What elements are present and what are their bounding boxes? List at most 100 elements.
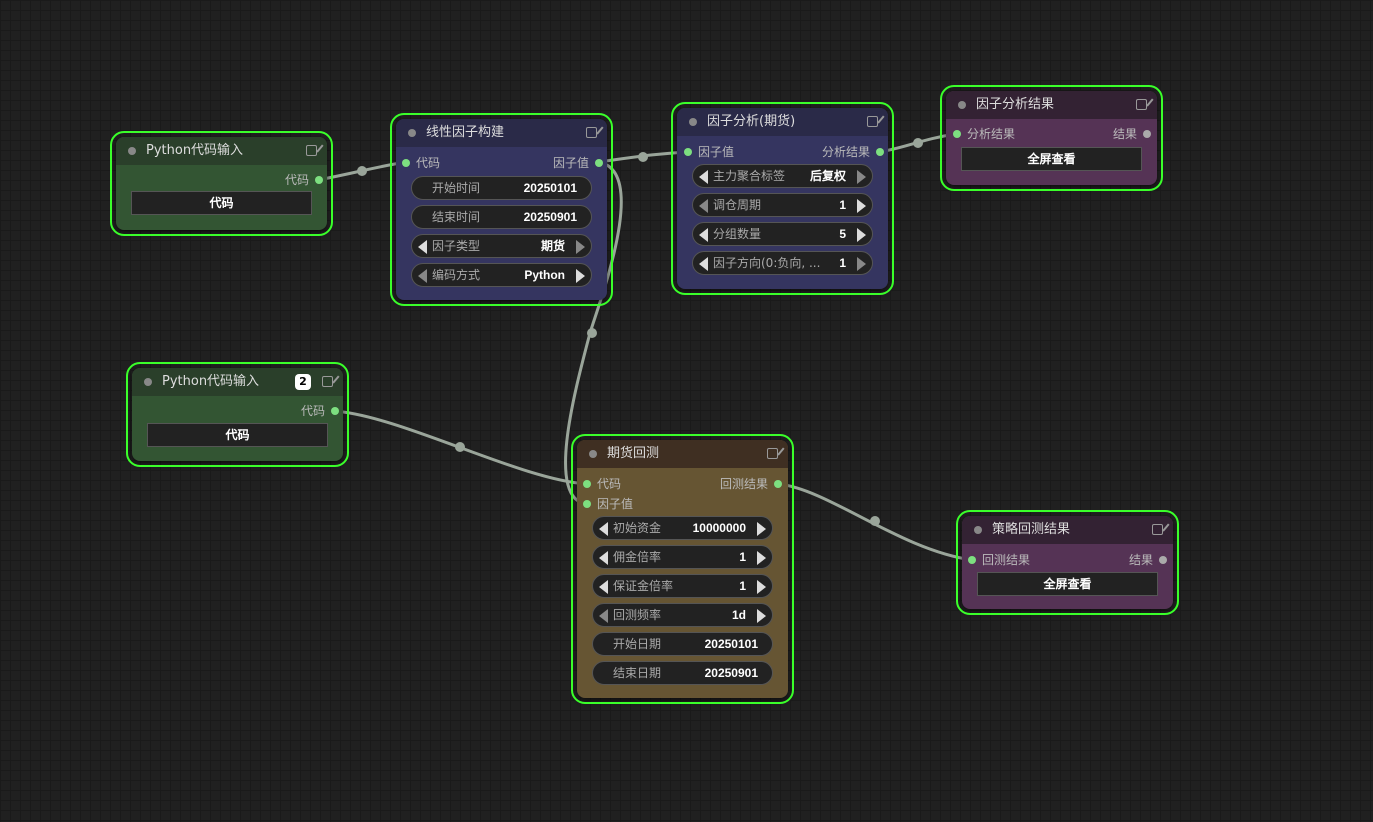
output-slot-factor[interactable]: 因子值: [553, 155, 603, 171]
node-strategy-result[interactable]: 策略回测结果 回测结果 结果 全屏查看: [956, 510, 1179, 615]
output-slot-backtest[interactable]: 回测结果: [720, 476, 782, 492]
widget-start-time[interactable]: 开始时间 20250101: [411, 176, 592, 200]
arrow-right-icon[interactable]: [857, 170, 866, 184]
node-title-bar[interactable]: 线性因子构建: [396, 119, 607, 147]
arrow-left-icon[interactable]: [599, 580, 608, 594]
input-pin[interactable]: [583, 500, 591, 508]
arrow-left-icon[interactable]: [418, 269, 427, 283]
arrow-right-icon[interactable]: [857, 257, 866, 271]
node-analysis-result[interactable]: 因子分析结果 分析结果 结果 全屏查看: [940, 85, 1163, 191]
output-pin[interactable]: [876, 148, 884, 156]
arrow-right-icon[interactable]: [757, 551, 766, 565]
output-pin[interactable]: [315, 176, 323, 184]
status-dot-icon: [128, 147, 136, 155]
arrow-right-icon[interactable]: [757, 522, 766, 536]
edit-icon[interactable]: [767, 448, 778, 459]
node-title-bar[interactable]: Python代码输入: [116, 137, 327, 165]
node-linear-factor[interactable]: 线性因子构建 代码 因子值 开始时间 20250101 结束时间 2025090…: [390, 113, 613, 306]
node-title-bar[interactable]: 因子分析(期货): [677, 108, 888, 136]
input-slot-factor[interactable]: 因子值: [684, 144, 734, 160]
status-dot-icon: [689, 118, 697, 126]
widget-end-date[interactable]: 结束日期 20250901: [592, 661, 773, 685]
arrow-right-icon[interactable]: [757, 580, 766, 594]
edit-icon[interactable]: [586, 127, 597, 138]
output-slot-code[interactable]: 代码: [285, 172, 323, 188]
arrow-left-icon[interactable]: [599, 551, 608, 565]
input-pin[interactable]: [684, 148, 692, 156]
widget-direction[interactable]: 因子方向(0:负向, ... 1: [692, 251, 873, 275]
arrow-left-icon[interactable]: [699, 257, 708, 271]
arrow-left-icon[interactable]: [699, 199, 708, 213]
widget-label: 结束时间: [432, 210, 481, 224]
node-title-bar[interactable]: 策略回测结果: [962, 516, 1173, 544]
input-pin[interactable]: [402, 159, 410, 167]
arrow-right-icon[interactable]: [576, 269, 585, 283]
input-slot-code[interactable]: 代码: [402, 155, 440, 171]
link-linear-analysis: [597, 150, 689, 164]
input-slot-factor[interactable]: 因子值: [583, 496, 633, 512]
widget-label: 初始资金: [613, 521, 662, 535]
input-pin[interactable]: [583, 480, 591, 488]
input-pin[interactable]: [968, 556, 976, 564]
node-title-bar[interactable]: 因子分析结果: [946, 91, 1157, 119]
widget-frequency[interactable]: 回测频率 1d: [592, 603, 773, 627]
node-python-input-1[interactable]: Python代码输入 代码 代码: [110, 131, 333, 236]
edit-icon[interactable]: [306, 145, 317, 156]
output-pin[interactable]: [1143, 130, 1151, 138]
edit-icon[interactable]: [1152, 524, 1163, 535]
node-title-bar[interactable]: Python代码输入 2: [132, 368, 343, 396]
arrow-left-icon[interactable]: [699, 170, 708, 184]
arrow-right-icon[interactable]: [757, 609, 766, 623]
widget-factor-type[interactable]: 因子类型 期货: [411, 234, 592, 258]
input-pin[interactable]: [953, 130, 961, 138]
link-midpoint: [870, 516, 880, 526]
input-slot-backtest[interactable]: 回测结果: [968, 552, 1030, 568]
output-slot-analysis[interactable]: 分析结果: [822, 144, 884, 160]
node-python-input-2[interactable]: Python代码输入 2 代码 代码: [126, 362, 349, 467]
node-title: 因子分析(期货): [707, 114, 796, 129]
output-pin[interactable]: [331, 407, 339, 415]
node-title-bar[interactable]: 期货回测: [577, 440, 788, 468]
edit-icon[interactable]: [322, 376, 333, 387]
node-futures-backtest[interactable]: 期货回测 代码 回测结果 因子值 初始资金 10000000 佣金倍率 1 保证…: [571, 434, 794, 704]
widget-initial-capital[interactable]: 初始资金 10000000: [592, 516, 773, 540]
output-pin[interactable]: [595, 159, 603, 167]
arrow-left-icon[interactable]: [599, 609, 608, 623]
slot-label: 因子值: [698, 145, 735, 159]
widget-groups[interactable]: 分组数量 5: [692, 222, 873, 246]
code-button[interactable]: 代码: [147, 423, 328, 447]
input-slot-analysis[interactable]: 分析结果: [953, 126, 1015, 142]
link-midpoint: [587, 328, 597, 338]
node-factor-analysis[interactable]: 因子分析(期货) 因子值 分析结果 主力聚合标签 后复权 调仓周期 1 分组数量…: [671, 102, 894, 295]
widget-encoding[interactable]: 编码方式 Python: [411, 263, 592, 287]
edit-icon[interactable]: [867, 116, 878, 127]
arrow-left-icon[interactable]: [599, 522, 608, 536]
arrow-left-icon[interactable]: [418, 240, 427, 254]
arrow-right-icon[interactable]: [576, 240, 585, 254]
widget-rebalance[interactable]: 调仓周期 1: [692, 193, 873, 217]
output-slot-result[interactable]: 结果: [1129, 552, 1167, 568]
widget-label: 因子类型: [432, 239, 481, 253]
input-slot-code[interactable]: 代码: [583, 476, 621, 492]
fullscreen-button[interactable]: 全屏查看: [961, 147, 1142, 171]
code-button[interactable]: 代码: [131, 191, 312, 215]
fullscreen-button[interactable]: 全屏查看: [977, 572, 1158, 596]
output-slot-result[interactable]: 结果: [1113, 126, 1151, 142]
output-slot-code[interactable]: 代码: [301, 403, 339, 419]
output-pin[interactable]: [774, 480, 782, 488]
arrow-left-icon[interactable]: [699, 228, 708, 242]
arrow-right-icon[interactable]: [857, 199, 866, 213]
widget-label: 开始时间: [432, 181, 481, 195]
output-pin[interactable]: [1159, 556, 1167, 564]
arrow-right-icon[interactable]: [857, 228, 866, 242]
edit-icon[interactable]: [1136, 99, 1147, 110]
widget-end-time[interactable]: 结束时间 20250901: [411, 205, 592, 229]
widget-value: 5: [839, 227, 846, 241]
link-py2-backtest: [332, 409, 588, 486]
widget-commission[interactable]: 佣金倍率 1: [592, 545, 773, 569]
widget-main-agg[interactable]: 主力聚合标签 后复权: [692, 164, 873, 188]
slot-label: 代码: [284, 173, 309, 187]
link-py1-linear: [317, 160, 407, 182]
widget-start-date[interactable]: 开始日期 20250101: [592, 632, 773, 656]
widget-margin[interactable]: 保证金倍率 1: [592, 574, 773, 598]
